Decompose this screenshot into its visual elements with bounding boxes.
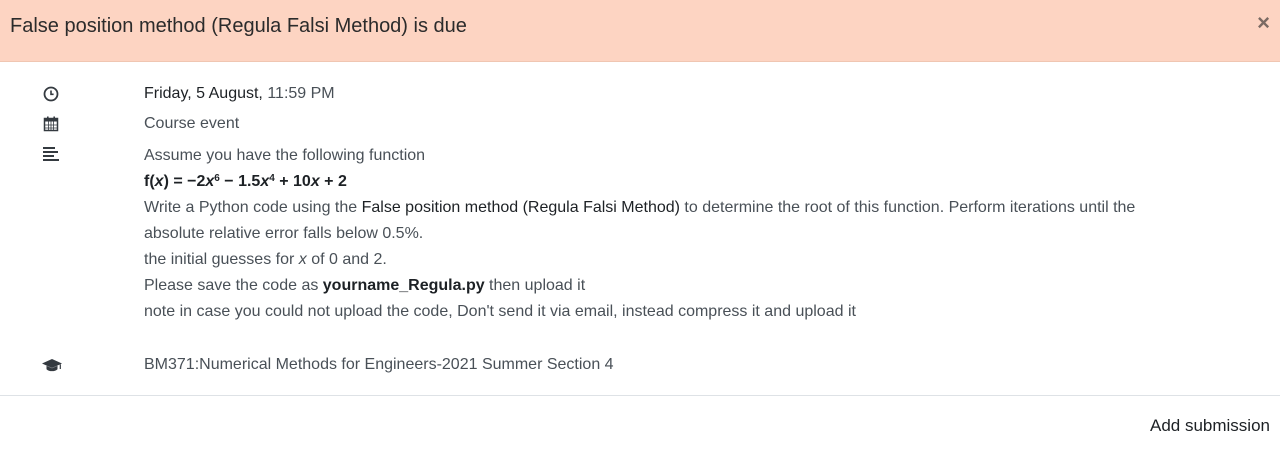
close-icon[interactable]: × [1257,12,1270,34]
description-formula: f(x) = −2x6 − 1.5x4 + 10x + 2 [144,173,347,190]
filename: yourname_Regula.py [322,277,485,294]
event-date: Friday, 5 August, 11:59 PM [144,85,335,103]
calendar-icon [43,116,59,132]
method-name: False position method (Regula Falsi Meth… [361,199,680,216]
event-course[interactable]: BM371:Numerical Methods for Engineers-20… [144,356,614,374]
description-intro: Assume you have the following function [144,147,426,164]
event-date-day: Friday, 5 August, [144,85,263,102]
event-type: Course event [144,115,240,132]
footer-divider [0,395,1280,396]
event-description: Assume you have the following function f… [144,143,1244,325]
graduation-cap-icon [42,359,62,372]
description-instructions: Write a Python code using the False posi… [144,199,1136,216]
description-error-criterion: absolute relative error falls below 0.5%… [144,225,424,242]
clock-icon [43,86,59,102]
align-left-icon [43,147,59,161]
add-submission-button[interactable]: Add submission [1150,416,1270,436]
description-note: note in case you could not upload the co… [144,303,856,320]
event-title: False position method (Regula Falsi Meth… [10,15,467,37]
description-initial-guesses: the initial guesses for x of 0 and 2. [144,251,387,268]
event-time: 11:59 PM [267,85,335,102]
description-filename: Please save the code as yourname_Regula.… [144,277,586,294]
event-header: False position method (Regula Falsi Meth… [0,0,1280,62]
